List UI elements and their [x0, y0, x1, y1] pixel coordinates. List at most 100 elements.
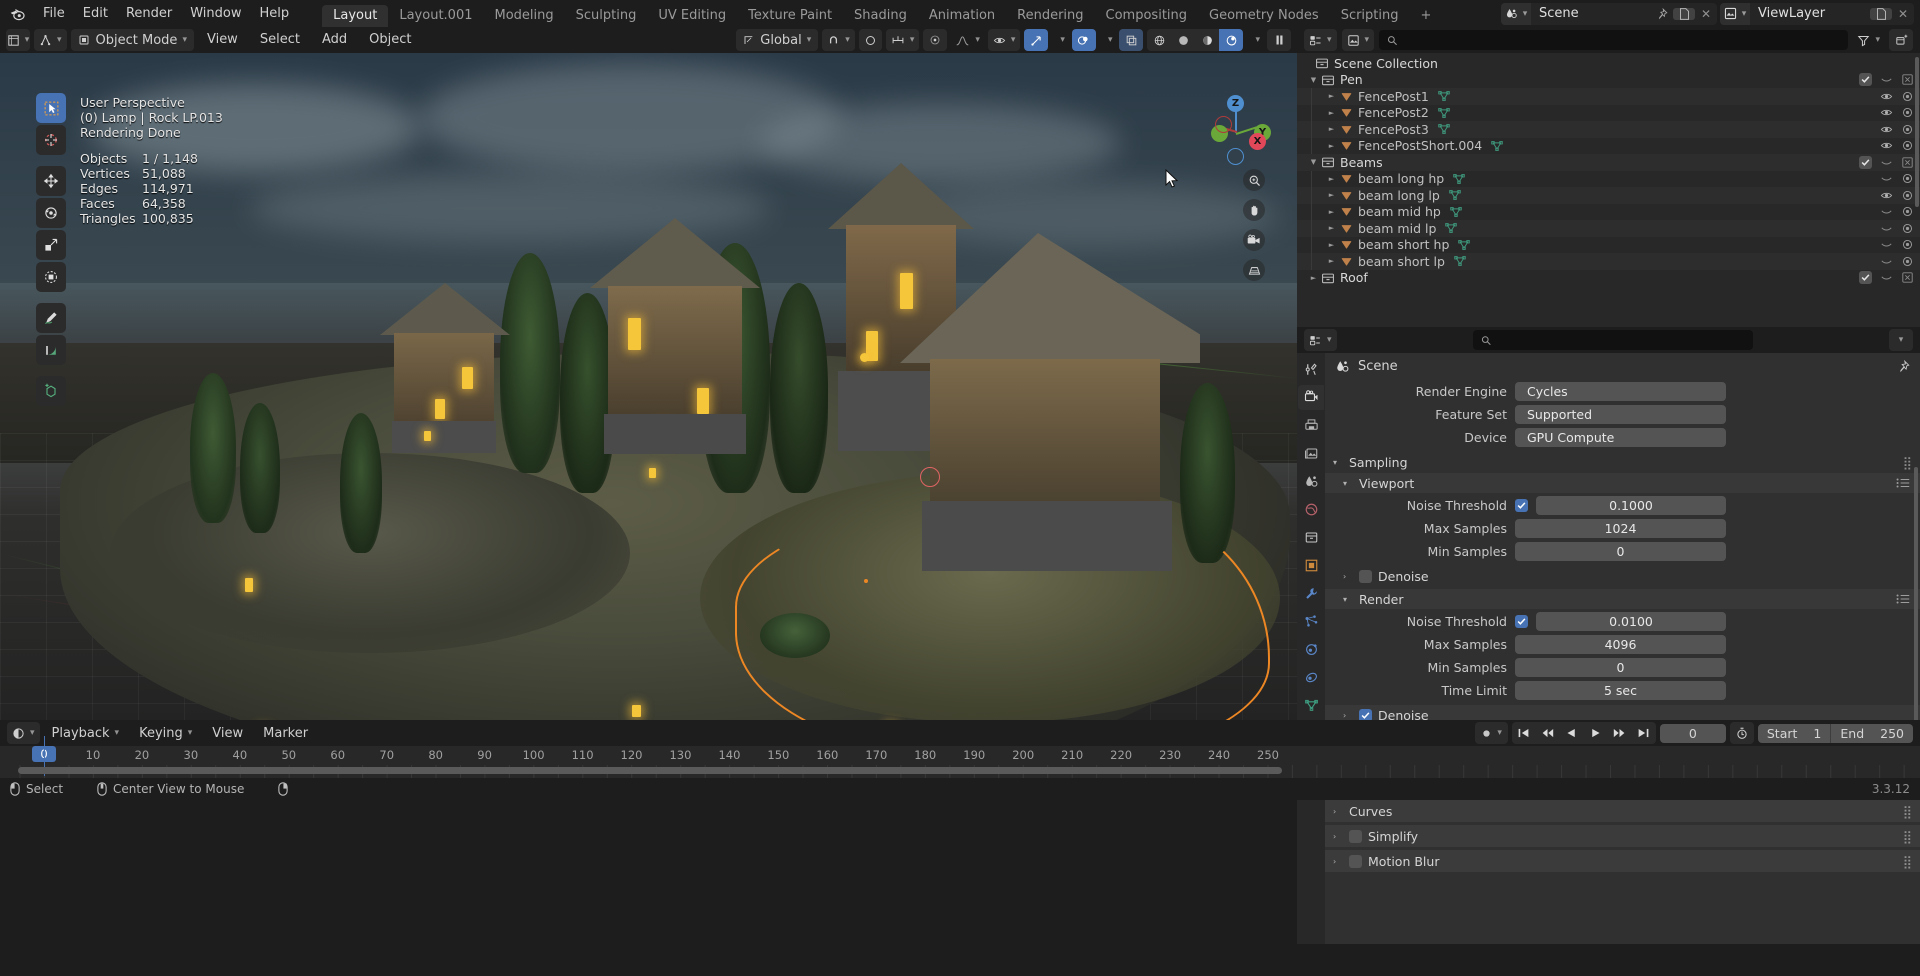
chevron-right-icon[interactable]: ►	[1325, 241, 1338, 249]
chevron-right-icon[interactable]: ►	[1325, 191, 1338, 199]
hide-in-viewport-icon[interactable]	[1880, 106, 1893, 119]
interaction-mode-icon[interactable]: ▾	[34, 29, 67, 51]
collection-properties-tab[interactable]	[1298, 525, 1324, 550]
object-data-properties-tab[interactable]	[1298, 693, 1324, 718]
wireframe-shading-icon[interactable]	[1147, 29, 1171, 51]
outliner-object-row[interactable]: ► beam long lp	[1297, 187, 1920, 204]
menu-edit[interactable]: Edit	[74, 4, 117, 24]
timeline-menu-marker[interactable]: Marker	[255, 722, 316, 744]
new-view-layer-icon[interactable]	[1870, 7, 1892, 20]
disable-in-render-icon[interactable]	[1901, 205, 1914, 218]
workspace-tab-texture-paint[interactable]: Texture Paint	[737, 5, 843, 27]
hide-in-viewport-icon[interactable]	[1880, 172, 1893, 185]
view-layer-name[interactable]: ViewLayer	[1750, 6, 1870, 21]
timeline-menu-keying[interactable]: Keying ▾	[131, 722, 200, 744]
outliner-object-row[interactable]: ► FencePostShort.004	[1297, 137, 1920, 154]
chevron-down-icon[interactable]: ▼	[1307, 158, 1320, 166]
render-noise-threshold-checkbox[interactable]	[1515, 615, 1528, 628]
disable-in-render-icon[interactable]	[1901, 90, 1914, 103]
menu-window[interactable]: Window	[181, 4, 250, 24]
menu-file[interactable]: File	[34, 4, 74, 24]
object-visibility-icon[interactable]: ▾	[987, 29, 1021, 51]
chevron-right-icon[interactable]: ►	[1307, 274, 1320, 282]
workspace-tab-rendering[interactable]: Rendering	[1006, 5, 1094, 27]
render-max-samples-value[interactable]: 4096	[1515, 635, 1726, 654]
property-value-dropdown[interactable]: Supported	[1515, 405, 1726, 424]
property-value-dropdown[interactable]: GPU Compute	[1515, 428, 1726, 447]
workspace-tab-layout[interactable]: Layout	[322, 5, 389, 27]
outliner-object-row[interactable]: ► beam long hp	[1297, 170, 1920, 187]
render-time-limit-value[interactable]: 5 sec	[1515, 681, 1726, 700]
viewport-max-samples-value[interactable]: 1024	[1515, 519, 1726, 538]
outliner-object-row[interactable]: ► beam mid hp	[1297, 203, 1920, 220]
viewport-3d-canvas[interactable]: User Perspective (0) Lamp | Rock LP.013 …	[0, 53, 1297, 720]
navigation-gizmo[interactable]: Z Y X	[1199, 93, 1273, 167]
drag-dots-icon[interactable]: ⣿	[1903, 804, 1912, 819]
scene-properties-tab[interactable]	[1298, 469, 1324, 494]
delete-scene-icon[interactable]: ✕	[1695, 7, 1717, 21]
properties-panel-curves[interactable]: › Curves ⣿	[1325, 800, 1920, 822]
snapping-options-icon[interactable]: ▾	[885, 29, 920, 51]
object-properties-tab[interactable]	[1298, 553, 1324, 578]
falloff-curve-icon[interactable]: ▾	[951, 29, 984, 51]
viewport-menu-add[interactable]: Add	[313, 30, 356, 50]
collection-checkbox[interactable]	[1859, 270, 1872, 285]
outliner-display-mode-icon[interactable]: ▾	[1341, 29, 1375, 51]
move-tool[interactable]	[36, 166, 66, 196]
workspace-tab-sculpting[interactable]: Sculpting	[565, 5, 648, 27]
disable-in-render-icon[interactable]	[1901, 172, 1914, 185]
add-cube-tool[interactable]	[36, 376, 66, 406]
jump-to-start-button[interactable]	[1512, 722, 1536, 744]
output-properties-tab[interactable]	[1298, 413, 1324, 438]
viewport-denoise-checkbox[interactable]	[1359, 569, 1372, 583]
snap-magnet-icon[interactable]: ▾	[822, 29, 855, 51]
outliner-search-field[interactable]	[1403, 33, 1841, 47]
sampling-render-header[interactable]: ▾ Render	[1325, 589, 1920, 609]
object-mode-dropdown[interactable]: Object Mode ▾	[70, 29, 194, 51]
use-preview-range-icon[interactable]	[1729, 722, 1754, 744]
property-value-dropdown[interactable]: Cycles	[1515, 382, 1726, 401]
sampling-panel-header[interactable]: ▾ Sampling ⣿	[1325, 451, 1920, 473]
view-layer-properties-tab[interactable]	[1298, 441, 1324, 466]
chevron-down-icon[interactable]: ▼	[1307, 76, 1320, 84]
physics-properties-tab[interactable]	[1298, 637, 1324, 662]
scene-selector[interactable]: ▾ Scene ✕	[1501, 2, 1717, 25]
gizmo-axis-x[interactable]: X	[1249, 133, 1266, 150]
collection-checkbox[interactable]	[1859, 72, 1872, 87]
panel-enable-checkbox[interactable]	[1349, 829, 1362, 843]
viewport-min-samples-value[interactable]: 0	[1515, 542, 1726, 561]
tweak-select-tool[interactable]	[36, 93, 66, 123]
timeline-scrollbar[interactable]	[18, 767, 1282, 774]
constraints-properties-tab[interactable]	[1298, 665, 1324, 690]
transform-orientation-dropdown[interactable]: Global ▾	[736, 29, 819, 51]
hide-in-viewport-icon[interactable]	[1880, 255, 1893, 268]
mesh-data-icon[interactable]	[1444, 221, 1458, 235]
blender-logo-icon[interactable]	[0, 5, 34, 22]
workspace-tab-shading[interactable]: Shading	[843, 5, 918, 27]
outliner-scrollbar[interactable]	[1915, 57, 1919, 207]
mesh-data-icon[interactable]	[1449, 205, 1463, 219]
material-preview-shading-icon[interactable]	[1195, 29, 1219, 51]
view-layer-selector[interactable]: ▾ ViewLayer ✕	[1720, 2, 1914, 25]
disable-in-render-icon[interactable]	[1901, 222, 1914, 235]
panel-enable-checkbox[interactable]	[1349, 854, 1362, 868]
timeline-editor-type-icon[interactable]: ▾	[7, 722, 40, 744]
render-properties-tab[interactable]	[1298, 385, 1324, 410]
hide-in-viewport-icon[interactable]	[1880, 189, 1893, 202]
outliner-collection-row[interactable]: ▼ Beams	[1297, 154, 1920, 171]
new-scene-icon[interactable]	[1673, 7, 1695, 20]
zoom-icon[interactable]	[1243, 169, 1265, 191]
auto-keying-toggle[interactable]: ▾	[1475, 722, 1508, 744]
render-noise-threshold-value[interactable]: 0.0100	[1536, 612, 1726, 631]
measure-tool[interactable]	[36, 335, 66, 365]
properties-panel-motion-blur[interactable]: › Motion Blur ⣿	[1325, 850, 1920, 872]
outliner-object-row[interactable]: ► FencePost3	[1297, 121, 1920, 138]
hide-in-viewport-icon[interactable]	[1880, 205, 1893, 218]
outliner-object-row[interactable]: ► beam mid lp	[1297, 220, 1920, 237]
annotate-tool[interactable]	[36, 303, 66, 333]
menu-help[interactable]: Help	[251, 4, 299, 24]
cursor-tool[interactable]	[36, 125, 66, 155]
jump-to-next-keyframe-button[interactable]	[1608, 722, 1632, 744]
chevron-right-icon[interactable]: ►	[1325, 208, 1338, 216]
modifier-properties-tab[interactable]	[1298, 581, 1324, 606]
